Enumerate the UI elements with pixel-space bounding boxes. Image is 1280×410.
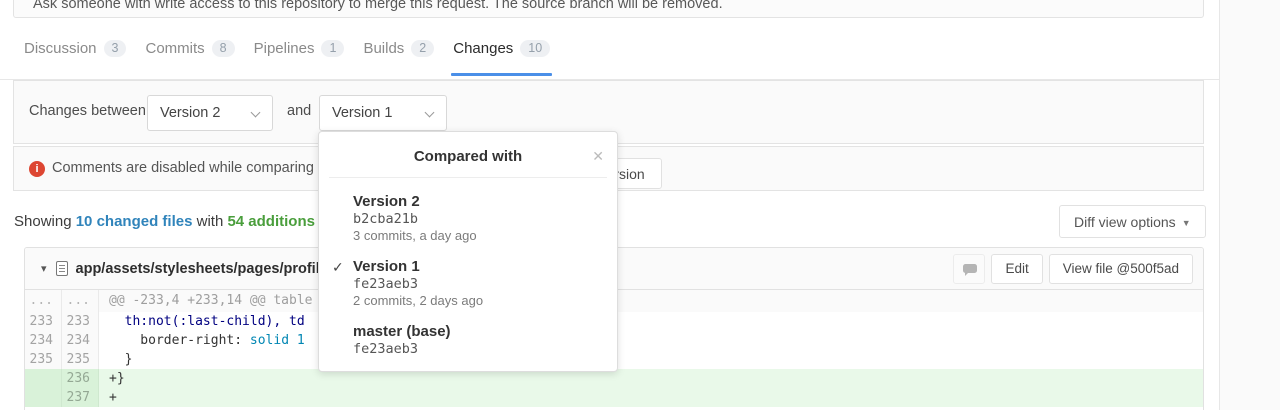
tab-label: Builds	[363, 40, 404, 57]
start-version-value: Version 2	[160, 105, 220, 121]
start-version-select[interactable]: Version 2	[147, 95, 273, 131]
code-token: @@ -233,4 +233,14 @@ table	[109, 293, 313, 308]
version-option-sha: fe23aeb3	[353, 276, 601, 293]
edit-file-button[interactable]: Edit	[991, 254, 1042, 284]
collapsed-right-sidebar[interactable]	[1219, 0, 1280, 410]
diff-view-options-label: Diff view options	[1074, 214, 1176, 230]
diff-line-code: border-right: solid 1	[99, 331, 1203, 350]
merge-notice-text: Ask someone with write access to this re…	[33, 0, 723, 12]
tab-count-badge: 1	[321, 40, 344, 57]
old-line-number[interactable]	[25, 388, 62, 407]
new-line-number[interactable]: 234	[62, 331, 99, 350]
summary-prefix: Showing	[14, 213, 76, 230]
new-line-number[interactable]: 235	[62, 350, 99, 369]
old-line-number[interactable]: ...	[25, 290, 62, 312]
version-option-meta: 2 commits, 2 days ago	[353, 293, 601, 309]
comment-bubble-icon	[963, 264, 977, 273]
diff-view-options-button[interactable]: Diff view options ▼	[1059, 205, 1206, 238]
new-line-number[interactable]: 237	[62, 388, 99, 407]
tab-discussion[interactable]: Discussion 3	[22, 18, 128, 79]
version-option-meta: 3 commits, a day ago	[353, 228, 601, 244]
diff-line-code: @@ -233,4 +233,14 @@ table	[99, 290, 1203, 312]
changes-between-label: Changes between	[29, 103, 146, 119]
diff-line-code: th:not(:last-child), td	[99, 312, 1203, 331]
collapse-caret-icon[interactable]: ▾	[41, 262, 47, 275]
merge-notice-box: Ask someone with write access to this re…	[13, 0, 1204, 18]
caret-down-icon: ▼	[1182, 218, 1191, 228]
old-line-number[interactable]: 234	[25, 331, 62, 350]
tab-count-badge: 2	[411, 40, 434, 57]
additions-count: 54 additions	[227, 213, 315, 230]
mr-tabs: Discussion 3 Commits 8 Pipelines 1 Builds 2 Chan…	[0, 18, 1219, 80]
info-icon: i	[29, 161, 45, 177]
target-version-select[interactable]: Version 1	[319, 95, 447, 131]
target-version-value: Version 1	[332, 105, 392, 121]
view-file-button[interactable]: View file @500f5ad	[1049, 254, 1193, 284]
version-option-title: Version 2	[353, 193, 420, 210]
tab-count-badge: 3	[104, 40, 127, 57]
tab-label: Commits	[145, 40, 204, 57]
check-icon: ✓	[332, 259, 344, 276]
diff-line-row: 237 +	[25, 388, 1203, 407]
dropdown-item-list: Version 2b2cba21b3 commits, a day ago ✓ Ve…	[319, 178, 617, 365]
toggle-comments-button[interactable]	[953, 254, 985, 284]
dropdown-title: Compared with	[319, 132, 617, 177]
compare-versions-dropdown: Compared with ✕ Version 2b2cba21b3 commi…	[318, 131, 618, 372]
chevron-down-icon	[425, 108, 435, 118]
version-option-title: master (base)	[353, 323, 451, 340]
version-option-master-base-[interactable]: master (base)fe23aeb3	[319, 316, 617, 365]
version-option-title: Version 1	[353, 258, 420, 275]
tab-count-badge: 8	[212, 40, 235, 57]
file-header-actions: Edit View file @500f5ad	[953, 254, 1193, 284]
changed-files-link[interactable]: 10 changed files	[76, 213, 193, 230]
close-icon[interactable]: ✕	[592, 149, 604, 163]
tab-label: Discussion	[24, 40, 97, 57]
tab-pipelines[interactable]: Pipelines 1	[252, 18, 347, 79]
code-token: }	[109, 352, 132, 367]
code-token: border-right:	[109, 333, 250, 348]
tab-count-badge: 10	[520, 40, 550, 57]
version-option-sha: b2cba21b	[353, 211, 601, 228]
old-line-number[interactable]	[25, 369, 62, 388]
file-icon	[56, 261, 68, 276]
version-option-sha: fe23aeb3	[353, 341, 601, 358]
version-option-version-1[interactable]: ✓ Version 1fe23aeb32 commits, 2 days ago	[319, 251, 617, 316]
diff-summary-text: Showing 10 changed files with 54 additio…	[14, 213, 344, 230]
chevron-down-icon	[251, 108, 261, 118]
tab-changes[interactable]: Changes 10	[451, 18, 552, 79]
tab-label: Changes	[453, 40, 513, 57]
and-label: and	[287, 103, 311, 119]
diff-line-code: }	[99, 350, 1203, 369]
new-line-number[interactable]: 233	[62, 312, 99, 331]
file-path[interactable]: app/assets/stylesheets/pages/profile	[76, 261, 328, 277]
code-token: solid 1	[250, 333, 305, 348]
summary-middle: with	[192, 213, 227, 230]
old-line-number[interactable]: 235	[25, 350, 62, 369]
code-token: th:not(:last-child), td	[125, 314, 305, 329]
diff-line-code: +	[99, 388, 1203, 407]
code-token: +	[109, 390, 117, 405]
tab-label: Pipelines	[254, 40, 315, 57]
diff-line-code: +}	[99, 369, 1203, 388]
new-line-number[interactable]: ...	[62, 290, 99, 312]
tab-builds[interactable]: Builds 2	[361, 18, 436, 79]
version-option-version-2[interactable]: Version 2b2cba21b3 commits, a day ago	[319, 186, 617, 251]
code-token: +}	[109, 371, 125, 386]
new-line-number[interactable]: 236	[62, 369, 99, 388]
code-token	[109, 314, 125, 329]
tab-commits[interactable]: Commits 8	[143, 18, 236, 79]
old-line-number[interactable]: 233	[25, 312, 62, 331]
